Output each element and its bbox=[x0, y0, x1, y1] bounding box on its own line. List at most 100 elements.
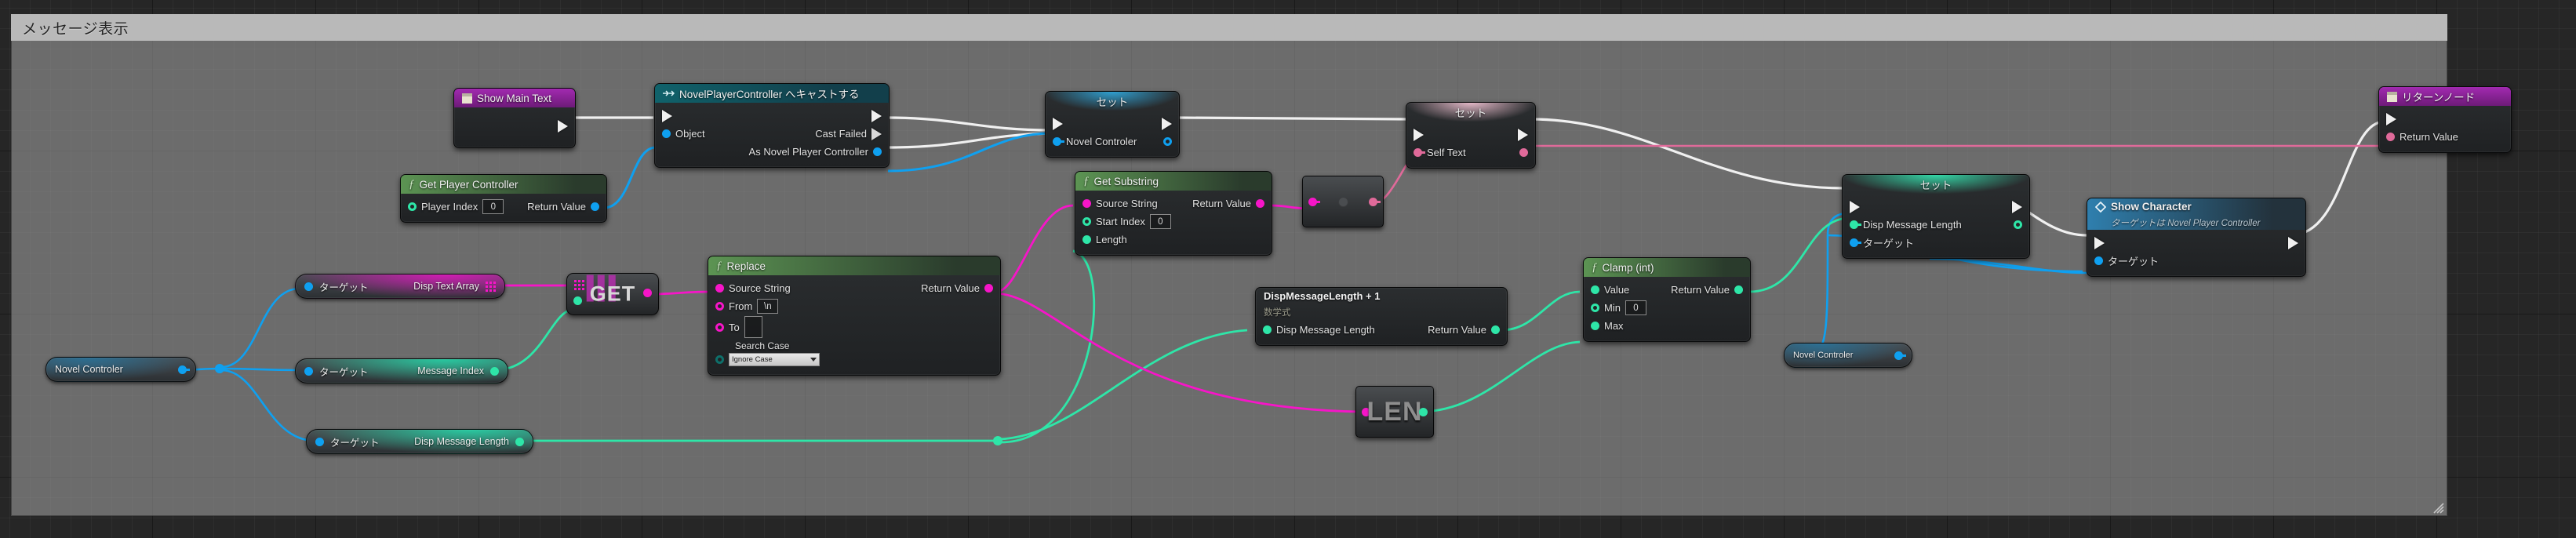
node-string-length[interactable]: LEN bbox=[1355, 386, 1434, 438]
node-title: Replace bbox=[726, 260, 766, 272]
search-case-dropdown[interactable]: Ignore Case bbox=[729, 353, 820, 366]
max-in-pin[interactable] bbox=[1591, 322, 1599, 330]
target-in-pin[interactable] bbox=[304, 366, 313, 376]
disp-message-length-in-pin[interactable] bbox=[1263, 325, 1272, 334]
exec-out-pin[interactable] bbox=[871, 109, 882, 122]
blueprint-graph-canvas[interactable]: メッセージ表示 Show Main Text NovelPlayerContro… bbox=[0, 0, 2576, 538]
value-out-pin[interactable] bbox=[178, 365, 190, 374]
player-index-in-pin[interactable] bbox=[408, 202, 417, 211]
node-set-novel-controler[interactable]: セット Novel Controler bbox=[1045, 91, 1180, 158]
to-in-pin[interactable] bbox=[715, 322, 724, 332]
node-replace[interactable]: ƒ Replace Source String Return Value Fro… bbox=[708, 256, 1001, 376]
to-value-field[interactable] bbox=[744, 316, 762, 338]
object-in-pin[interactable] bbox=[662, 129, 671, 138]
node-clamp-int[interactable]: ƒ Clamp (int) Value Return Value Min 0 M… bbox=[1583, 257, 1751, 342]
source-string-in-pin[interactable] bbox=[715, 284, 724, 293]
exec-in-pin[interactable] bbox=[2094, 236, 2105, 249]
value-in-pin[interactable] bbox=[1591, 285, 1599, 294]
self-text-out-pin[interactable] bbox=[1519, 148, 1528, 157]
exec-out-pin[interactable] bbox=[1518, 128, 1528, 141]
from-in-pin[interactable] bbox=[715, 302, 724, 311]
pin-label-novel-controler: Novel Controler bbox=[1066, 136, 1137, 147]
exec-in-pin[interactable] bbox=[1414, 128, 1424, 141]
variable-get-message-index[interactable]: ターゲット Message Index bbox=[295, 358, 508, 384]
string-in-pin[interactable] bbox=[1308, 197, 1320, 206]
pin-label-value: Value bbox=[1604, 284, 1630, 296]
exec-in-pin[interactable] bbox=[2386, 112, 2396, 125]
min-value-field[interactable]: 0 bbox=[1625, 300, 1646, 315]
disp-message-length-in-pin[interactable] bbox=[1850, 220, 1861, 229]
target-in-pin[interactable] bbox=[304, 282, 313, 291]
disp-message-length-out-pin[interactable] bbox=[2014, 220, 2022, 229]
min-in-pin[interactable] bbox=[1591, 304, 1599, 312]
node-math-expression[interactable]: DispMessageLength + 1 数学式 Disp Message L… bbox=[1255, 287, 1508, 346]
value-out-pin[interactable] bbox=[515, 437, 524, 446]
array-out-pin[interactable] bbox=[486, 281, 496, 292]
self-text-in-pin[interactable] bbox=[1414, 148, 1425, 157]
source-string-in-pin[interactable] bbox=[1082, 199, 1091, 208]
length-out-pin[interactable] bbox=[1419, 407, 1428, 416]
node-get-player-controller[interactable]: ƒ Get Player Controller Player Index 0 R… bbox=[400, 174, 607, 223]
exec-in-pin[interactable] bbox=[1053, 117, 1063, 130]
novel-controler-out-pin[interactable] bbox=[1163, 137, 1172, 146]
exec-out-pin[interactable] bbox=[558, 119, 568, 133]
variable-get-disp-message-length[interactable]: ターゲット Disp Message Length bbox=[306, 429, 533, 454]
node-get-substring[interactable]: ƒ Get Substring Source String Return Val… bbox=[1075, 171, 1272, 256]
node-body: Source String Return Value Start Index 0… bbox=[1075, 191, 1272, 255]
novel-controler-in-pin[interactable] bbox=[1053, 137, 1064, 146]
node-set-self-text[interactable]: セット Self Text bbox=[1406, 102, 1536, 169]
exec-in-pin[interactable] bbox=[662, 109, 672, 122]
node-header: ƒ Replace bbox=[708, 256, 1000, 275]
pin-label-return-value: Return Value bbox=[921, 282, 980, 294]
node-show-character[interactable]: Show Character ターゲットは Novel Player Contr… bbox=[2087, 198, 2306, 277]
variable-get-disp-text-array[interactable]: ターゲット Disp Text Array bbox=[295, 274, 505, 299]
node-show-main-text[interactable]: Show Main Text bbox=[453, 88, 576, 148]
return-value-out-pin[interactable] bbox=[1491, 325, 1500, 334]
target-in-pin[interactable] bbox=[2094, 256, 2103, 265]
function-call-icon bbox=[2095, 201, 2106, 213]
node-subtitle: ターゲットは Novel Player Controller bbox=[2111, 219, 2261, 228]
node-body: Novel Controler bbox=[1046, 111, 1179, 157]
variable-label: Novel Controler bbox=[55, 364, 123, 375]
target-in-pin[interactable] bbox=[1850, 238, 1861, 247]
exec-in-pin[interactable] bbox=[1850, 200, 1860, 213]
node-title: DispMessageLength + 1 bbox=[1264, 290, 1381, 302]
start-index-value-field[interactable]: 0 bbox=[1149, 214, 1171, 229]
variable-get-novel-controler-2[interactable]: Novel Controler bbox=[1784, 343, 1912, 368]
value-out-pin[interactable] bbox=[1894, 351, 1906, 360]
return-value-out-pin[interactable] bbox=[984, 284, 993, 293]
start-index-in-pin[interactable] bbox=[1082, 217, 1091, 226]
exec-out-cast-failed-pin[interactable] bbox=[871, 127, 882, 140]
index-in-pin[interactable] bbox=[573, 296, 582, 305]
exec-out-pin[interactable] bbox=[2012, 200, 2022, 213]
exec-out-pin[interactable] bbox=[1162, 117, 1172, 130]
variable-get-novel-controler[interactable]: Novel Controler bbox=[45, 357, 196, 382]
pin-label-max: Max bbox=[1604, 320, 1624, 332]
value-out-pin[interactable] bbox=[490, 366, 499, 376]
node-get-array-item[interactable]: GET bbox=[566, 273, 659, 315]
node-title: NovelPlayerController へキャストする bbox=[679, 89, 860, 100]
player-index-value-field[interactable]: 0 bbox=[482, 199, 504, 214]
array-pin-icon[interactable] bbox=[574, 280, 584, 290]
node-set-disp-message-length[interactable]: セット Disp Message Length ターゲット bbox=[1842, 174, 2030, 259]
text-out-pin[interactable] bbox=[1369, 197, 1381, 206]
return-value-out-pin[interactable] bbox=[1734, 285, 1743, 294]
as-novel-player-controller-out-pin[interactable] bbox=[873, 147, 882, 156]
node-to-text-conversion[interactable] bbox=[1302, 176, 1384, 227]
item-out-pin[interactable] bbox=[643, 289, 652, 297]
return-value-in-pin[interactable] bbox=[2386, 133, 2395, 141]
from-value-field[interactable]: \n bbox=[757, 299, 779, 314]
comment-box-header[interactable]: メッセージ表示 bbox=[11, 14, 2447, 41]
exec-out-pin[interactable] bbox=[2288, 236, 2298, 249]
target-label: ターゲット bbox=[330, 437, 380, 449]
length-in-pin[interactable] bbox=[1082, 235, 1091, 244]
resize-grip-icon[interactable] bbox=[2430, 500, 2444, 514]
node-cast-to-novelplayercontroller[interactable]: NovelPlayerController へキャストする Object Cas… bbox=[654, 83, 890, 168]
node-return[interactable]: リターンノード Return Value bbox=[2378, 86, 2512, 153]
node-subtitle: 数学式 bbox=[1264, 308, 1291, 318]
search-case-in-pin[interactable] bbox=[715, 355, 724, 364]
return-value-out-pin[interactable] bbox=[1256, 199, 1264, 208]
target-in-pin[interactable] bbox=[315, 437, 324, 446]
comment-box-title: メッセージ表示 bbox=[22, 20, 129, 38]
return-value-out-pin[interactable] bbox=[591, 202, 599, 211]
